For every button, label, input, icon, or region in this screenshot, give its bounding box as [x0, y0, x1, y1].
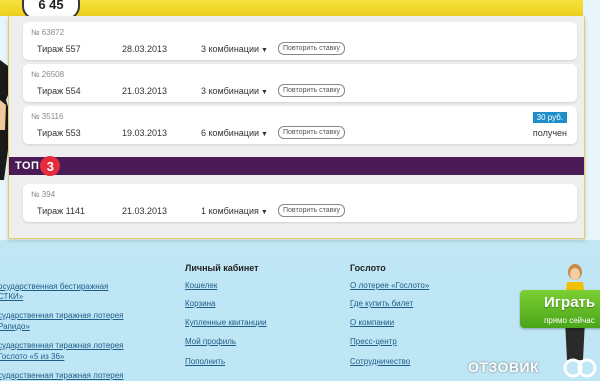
combinations-dropdown[interactable]: 3 комбинации ▼	[201, 86, 268, 96]
ticket-number: № 63872	[31, 28, 65, 37]
top3-logo-text: ТОП	[15, 160, 40, 172]
ticket-card: № 394 Тираж 1141 21.03.2013 1 комбинация…	[23, 184, 577, 222]
combinations-label: 1 комбинация	[201, 206, 259, 216]
triangle-down-icon: ▼	[261, 47, 268, 54]
combinations-label: 3 комбинации	[201, 44, 260, 54]
ticket-number: № 35116	[31, 112, 64, 121]
footer-link-about-lottery[interactable]: О лотерее «Гослото»	[350, 281, 429, 290]
winnings-badge: 30 руб.	[532, 112, 567, 123]
triangle-down-icon: ▼	[260, 209, 268, 216]
draw-label: Тираж 553	[37, 128, 81, 138]
draw-label: Тираж 554	[37, 86, 81, 96]
my-tickets-panel: № 63872 Тираж 557 28.03.2013 3 комбинаци…	[8, 16, 585, 239]
footer-link[interactable]: Гослото «5 из 36»	[0, 352, 64, 361]
ticket-card: № 35116 Тираж 553 19.03.2013 6 комбинаци…	[23, 106, 577, 144]
otzovik-watermark: ОТЗОВИК	[468, 359, 540, 375]
play-button-sublabel: прямо сейчас	[544, 316, 595, 325]
repeat-bet-button[interactable]: Повторить ставку	[278, 42, 345, 55]
combinations-label: 3 комбинации	[201, 86, 260, 96]
gosloto-heading: Гослото	[350, 263, 386, 273]
ticket-card: № 26508 Тираж 554 21.03.2013 3 комбинаци…	[23, 64, 577, 102]
status-text: получен	[532, 128, 567, 138]
play-button-label: Играть	[544, 294, 596, 311]
footer-link[interactable]: осударственная бестиражная	[0, 282, 108, 291]
draw-label: Тираж 1141	[37, 206, 86, 216]
triangle-down-icon: ▼	[261, 89, 268, 96]
draw-date: 21.03.2013	[122, 86, 168, 96]
footer-link-receipts[interactable]: Купленные квитанции	[185, 318, 267, 327]
combinations-label: 6 комбинации	[201, 128, 260, 138]
header-strip: 6 45	[0, 0, 583, 20]
footer-link-press[interactable]: Пресс-центр	[350, 337, 397, 346]
repeat-bet-button[interactable]: Повторить ставку	[278, 204, 345, 217]
draw-label: Тираж 557	[37, 44, 81, 54]
play-now-button[interactable]: Играть прямо сейчас	[520, 290, 600, 328]
footer-link-cart[interactable]: Корзина	[185, 299, 215, 308]
top3-header-bar: ТОП 3	[9, 155, 584, 177]
footer-link[interactable]: сударственная тиражная лотерея	[0, 341, 124, 350]
combinations-dropdown[interactable]: 1 комбинация ▼	[201, 206, 268, 216]
draw-date: 28.03.2013	[122, 44, 168, 54]
footer-link[interactable]: сударственная тиражная лотерея	[0, 311, 124, 320]
triangle-down-icon: ▼	[261, 131, 268, 138]
otzovik-logo-icon	[563, 358, 597, 378]
cabinet-heading: Личный кабинет	[185, 263, 259, 273]
draw-date: 19.03.2013	[122, 128, 168, 138]
draw-date: 21.03.2013	[122, 206, 168, 216]
footer-link[interactable]: СТКИ»	[0, 292, 23, 301]
combinations-dropdown[interactable]: 3 комбинации ▼	[201, 44, 268, 54]
footer-link-wallet[interactable]: Кошелек	[185, 281, 217, 290]
ticket-number: № 394	[31, 190, 56, 199]
footer-link[interactable]: сударственная тиражная лотерея	[0, 371, 124, 380]
footer-link-profile[interactable]: Мой профиль	[185, 337, 236, 346]
footer-link-partnership[interactable]: Сотрудничество	[350, 357, 410, 366]
footer-link-where-buy[interactable]: Где купить билет	[350, 299, 413, 308]
ticket-card: № 63872 Тираж 557 28.03.2013 3 комбинаци…	[23, 22, 577, 60]
footer-link-topup[interactable]: Пополнить	[185, 357, 225, 366]
top3-number-badge: 3	[40, 156, 61, 176]
footer-link[interactable]: Рапидо»	[0, 322, 30, 331]
combinations-dropdown[interactable]: 6 комбинации ▼	[201, 128, 268, 138]
ticket-number: № 26508	[31, 70, 65, 79]
repeat-bet-button[interactable]: Повторить ставку	[278, 126, 345, 139]
top3-logo[interactable]: ТОП 3	[15, 155, 61, 177]
repeat-bet-button[interactable]: Повторить ставку	[278, 84, 345, 97]
footer-link-about-company[interactable]: О компании	[350, 318, 394, 327]
